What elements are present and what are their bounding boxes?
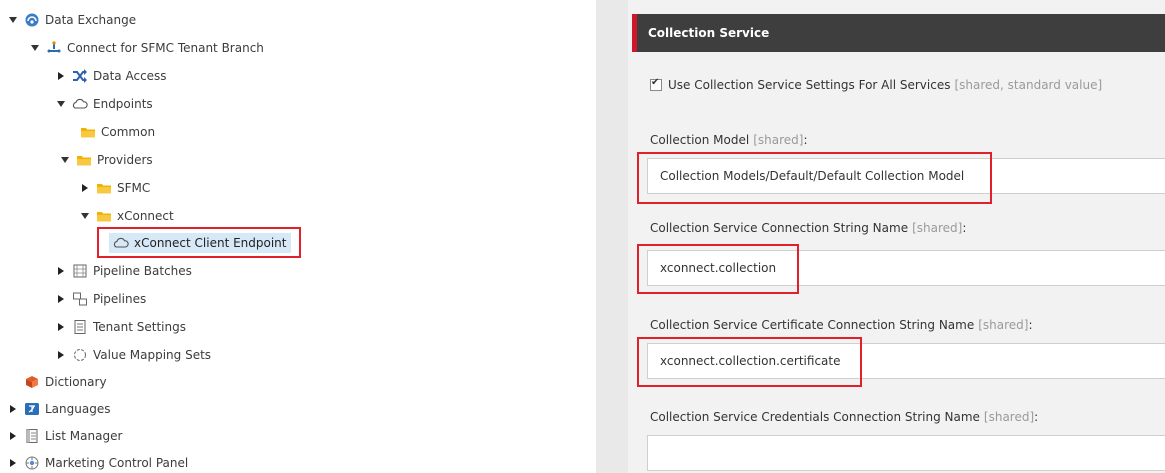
marketing-icon xyxy=(24,455,40,471)
section-header[interactable]: Collection Service xyxy=(632,14,1165,52)
shuffle-icon xyxy=(72,68,88,84)
tree-item-tenant-settings[interactable]: Tenant Settings xyxy=(56,317,186,337)
tree-item-label: Providers xyxy=(97,153,153,167)
value-mapping-icon xyxy=(72,347,88,363)
tree-item-endpoints[interactable]: Endpoints xyxy=(56,94,153,114)
collapse-arrow-icon[interactable] xyxy=(8,15,18,25)
checkbox-meta: [shared, standard value] xyxy=(954,78,1103,92)
section-title: Collection Service xyxy=(648,26,770,40)
panel-divider xyxy=(596,0,628,473)
expand-arrow-icon[interactable] xyxy=(8,458,18,468)
collapse-arrow-icon[interactable] xyxy=(60,155,70,165)
collapse-arrow-icon[interactable] xyxy=(56,99,66,109)
tree-item-pipeline-batches[interactable]: Pipeline Batches xyxy=(56,261,192,281)
folder-icon xyxy=(96,208,112,224)
field-label-credentials-connection-string: Collection Service Credentials Connectio… xyxy=(650,410,1038,424)
tree-item-xconnect[interactable]: xConnect xyxy=(80,206,174,226)
tree-item-label: Endpoints xyxy=(93,97,153,111)
tree-item-providers[interactable]: Providers xyxy=(60,150,153,170)
field-label-text: Collection Service Certificate Connectio… xyxy=(650,318,975,332)
pipeline-batches-icon xyxy=(72,263,88,279)
credentials-connection-string-input[interactable] xyxy=(647,435,1165,471)
expand-arrow-icon[interactable] xyxy=(56,350,66,360)
expand-arrow-icon[interactable] xyxy=(56,294,66,304)
checkbox-label: Use Collection Service Settings For All … xyxy=(668,78,951,92)
tree-item-label: SFMC xyxy=(117,181,151,195)
field-label-text: Collection Model xyxy=(650,133,750,147)
expand-arrow-icon[interactable] xyxy=(56,266,66,276)
collapse-arrow-icon[interactable] xyxy=(30,43,40,53)
field-label-text: Collection Service Credentials Connectio… xyxy=(650,410,980,424)
expand-arrow-icon[interactable] xyxy=(80,183,90,193)
field-label-collection-model: Collection Model [shared]: xyxy=(650,133,808,147)
tree-item-label: Tenant Settings xyxy=(93,320,186,334)
field-label-suffix: : xyxy=(1028,318,1033,332)
dictionary-icon xyxy=(24,374,40,390)
expand-arrow-icon[interactable] xyxy=(56,322,66,332)
tree-item-label: Pipelines xyxy=(93,292,147,306)
field-label-meta: [shared] xyxy=(978,318,1029,332)
highlight-box xyxy=(637,244,799,294)
field-label-suffix: : xyxy=(1034,410,1039,424)
tree-item-label: Languages xyxy=(45,402,111,416)
tree-item-dictionary[interactable]: Dictionary xyxy=(24,372,107,392)
highlight-box xyxy=(637,337,862,387)
field-label-suffix: : xyxy=(962,221,967,235)
field-label-meta: [shared] xyxy=(912,221,963,235)
tree-item-data-access[interactable]: Data Access xyxy=(56,66,167,86)
tree-item-value-mapping-sets[interactable]: Value Mapping Sets xyxy=(56,345,211,365)
field-label-meta: [shared] xyxy=(753,133,804,147)
tree-item-label: xConnect xyxy=(117,209,174,223)
highlight-box xyxy=(637,152,992,204)
tree-item-label: Data Access xyxy=(93,69,167,83)
languages-icon xyxy=(24,401,40,417)
document-icon xyxy=(72,319,88,335)
tree-item-data-exchange[interactable]: Data Exchange xyxy=(8,10,136,30)
expand-arrow-icon[interactable] xyxy=(8,404,18,414)
tree-item-label: Dictionary xyxy=(45,375,107,389)
tree-item-label: List Manager xyxy=(45,429,123,443)
tree-item-label: Common xyxy=(101,125,156,139)
content-tree: Data Exchange Connect for SFMC Tenant Br… xyxy=(0,0,600,473)
tree-item-label: Pipeline Batches xyxy=(93,264,192,278)
field-label-certificate-connection-string: Collection Service Certificate Connectio… xyxy=(650,318,1033,332)
data-exchange-icon xyxy=(24,12,40,28)
tree-item-label: Marketing Control Panel xyxy=(45,456,189,470)
tree-item-common[interactable]: Common xyxy=(80,122,155,142)
expand-arrow-icon[interactable] xyxy=(56,71,66,81)
field-label-connection-string: Collection Service Connection String Nam… xyxy=(650,221,966,235)
folder-icon xyxy=(96,180,112,196)
field-label-suffix: : xyxy=(803,133,808,147)
tree-item-marketing-control-panel[interactable]: Marketing Control Panel xyxy=(8,453,188,473)
tree-item-label: Connect for SFMC Tenant Branch xyxy=(67,41,264,55)
highlight-box xyxy=(97,227,301,258)
expand-arrow-icon[interactable] xyxy=(8,431,18,441)
content-editor-panel xyxy=(628,0,1165,473)
tree-item-languages[interactable]: Languages xyxy=(8,399,110,419)
use-collection-settings-checkbox[interactable] xyxy=(650,77,662,91)
tree-item-label: Data Exchange xyxy=(45,13,137,27)
field-label-text: Collection Service Connection String Nam… xyxy=(650,221,909,235)
collapse-arrow-icon[interactable] xyxy=(80,211,90,221)
tree-item-tenant-branch[interactable]: Connect for SFMC Tenant Branch xyxy=(30,38,264,58)
tree-item-sfmc[interactable]: SFMC xyxy=(80,178,150,198)
pipelines-icon xyxy=(72,291,88,307)
tree-item-label: Value Mapping Sets xyxy=(93,348,212,362)
tree-item-pipelines[interactable]: Pipelines xyxy=(56,289,146,309)
tree-item-list-manager[interactable]: List Manager xyxy=(8,426,122,446)
folder-icon xyxy=(76,152,92,168)
tenant-branch-icon xyxy=(46,40,62,56)
cloud-icon xyxy=(72,96,88,112)
field-label-meta: [shared] xyxy=(983,410,1035,424)
use-collection-settings-checkbox-row: Use Collection Service Settings For All … xyxy=(650,77,1103,92)
folder-icon xyxy=(80,124,96,140)
list-manager-icon xyxy=(24,428,40,444)
